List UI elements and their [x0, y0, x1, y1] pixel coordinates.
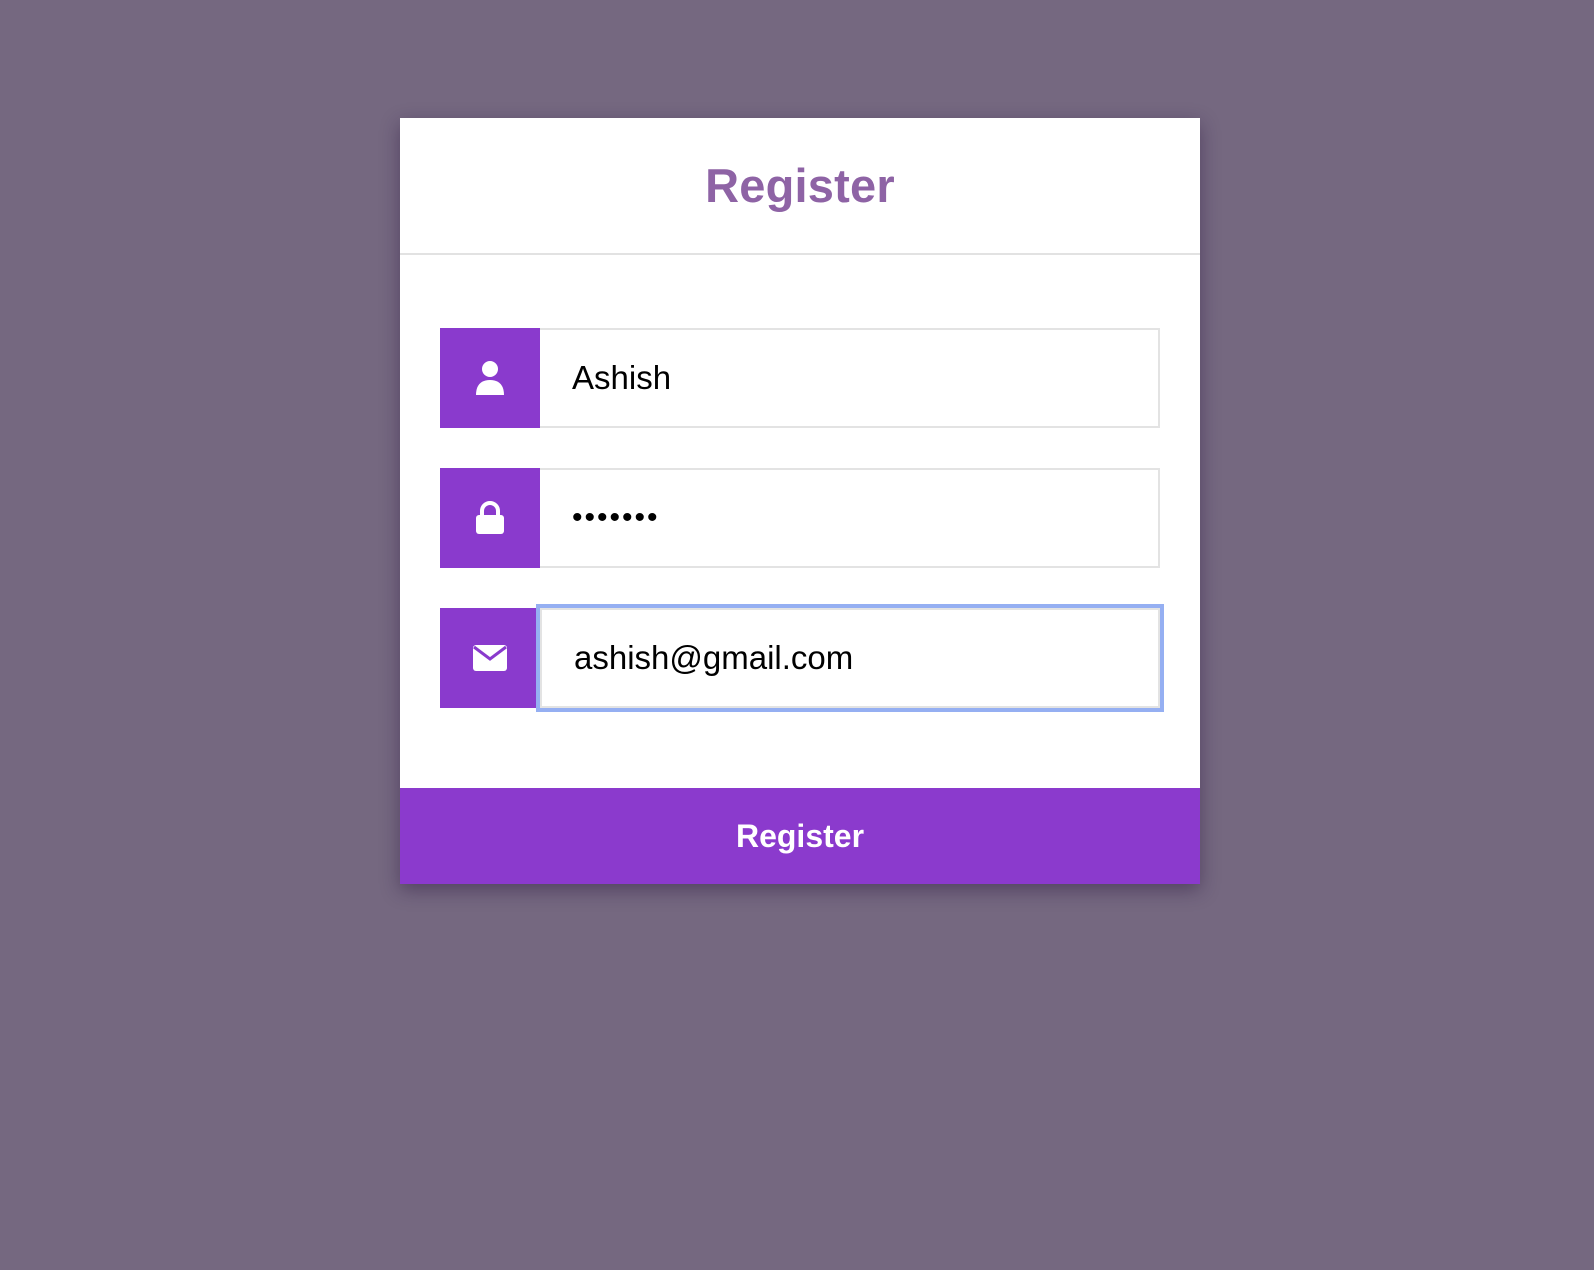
envelope-icon	[440, 608, 540, 708]
page-title: Register	[705, 159, 895, 212]
password-field-group	[440, 468, 1160, 568]
username-field-group	[440, 328, 1160, 428]
register-card: Register Register	[400, 118, 1200, 884]
username-input[interactable]	[540, 328, 1160, 428]
lock-icon	[440, 468, 540, 568]
email-input[interactable]	[540, 608, 1160, 708]
email-field-group	[440, 608, 1160, 708]
password-input[interactable]	[540, 468, 1160, 568]
user-icon	[440, 328, 540, 428]
card-header: Register	[400, 118, 1200, 255]
register-button[interactable]: Register	[400, 788, 1200, 884]
